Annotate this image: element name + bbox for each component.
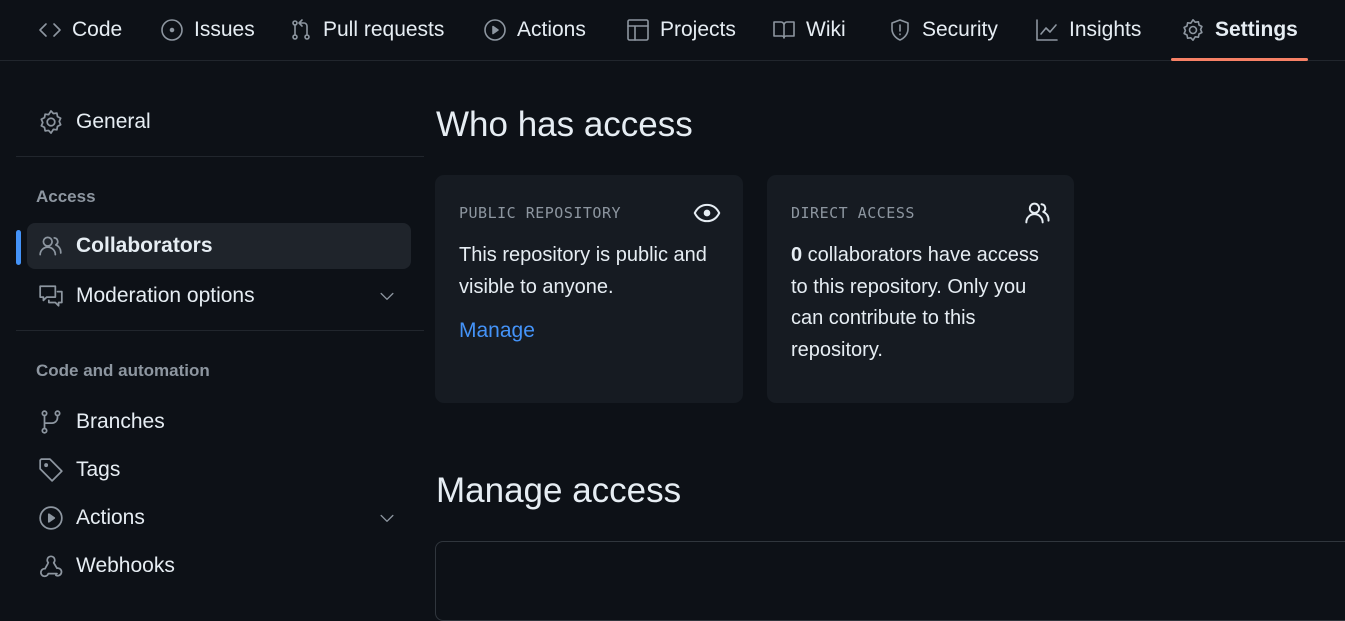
direct-access-card: DIRECT ACCESS 0 collaborators have acces… — [767, 175, 1074, 403]
tab-label: Projects — [660, 18, 736, 41]
chevron-down-icon[interactable] — [377, 508, 397, 528]
sidebar-item-collaborators[interactable]: Collaborators — [27, 223, 411, 269]
sidebar-item-label: Branches — [76, 410, 165, 433]
sidebar-item-moderation-options[interactable]: Moderation options — [27, 273, 411, 319]
tab-label: Settings — [1215, 18, 1298, 41]
sidebar-item-label: General — [76, 110, 151, 133]
gear-icon — [40, 110, 62, 134]
card-description: This repository is public and visible to… — [459, 244, 707, 298]
tab-actions[interactable]: Actions — [483, 0, 586, 60]
card-description: 0 collaborators have access to this repo… — [791, 240, 1056, 366]
eye-icon — [693, 203, 721, 223]
chevron-down-icon[interactable] — [377, 286, 397, 306]
sidebar-item-label: Webhooks — [76, 554, 175, 577]
selected-tab-indicator — [1171, 58, 1308, 61]
play-icon — [39, 506, 63, 530]
sidebar-item-label: Collaborators — [76, 234, 213, 257]
manage-access-heading: Manage access — [436, 471, 682, 510]
who-has-access-heading: Who has access — [436, 105, 693, 144]
section-label-access: Access — [36, 187, 96, 206]
tab-issues[interactable]: Issues — [160, 0, 255, 60]
play-icon — [484, 19, 506, 41]
direct-access-text: collaborators have access to this reposi… — [791, 244, 1039, 361]
sidebar-item-label: Tags — [76, 458, 121, 481]
tab-code[interactable]: Code — [38, 0, 122, 60]
issue-opened-icon — [161, 19, 183, 41]
section-label-code-and-automation: Code and automation — [36, 361, 210, 380]
tab-insights[interactable]: Insights — [1035, 0, 1141, 60]
sidebar-item-branches[interactable]: Branches — [27, 399, 411, 445]
tab-label: Security — [922, 18, 998, 41]
tab-label: Pull requests — [323, 18, 445, 41]
public-repository-card: PUBLIC REPOSITORY This repository is pub… — [435, 175, 743, 403]
tab-settings[interactable]: Settings — [1181, 0, 1298, 60]
sidebar-item-actions[interactable]: Actions — [27, 495, 411, 541]
active-indicator — [16, 230, 21, 265]
collaborator-count: 0 — [791, 244, 803, 266]
gear-icon — [1183, 19, 1203, 41]
card-label: PUBLIC REPOSITORY — [459, 204, 622, 222]
people-icon — [1025, 202, 1050, 224]
tab-label: Insights — [1069, 18, 1142, 41]
tab-pull-requests[interactable]: Pull requests — [289, 0, 444, 60]
tag-icon — [39, 458, 63, 482]
table-icon — [627, 19, 649, 41]
shield-icon — [891, 19, 909, 41]
graph-icon — [1036, 19, 1058, 41]
people-icon — [39, 236, 62, 256]
tab-wiki[interactable]: Wiki — [772, 0, 846, 60]
sidebar-item-label: Moderation options — [76, 284, 255, 307]
tab-label: Issues — [194, 18, 255, 41]
git-branch-icon — [41, 410, 61, 434]
tab-security[interactable]: Security — [888, 0, 998, 60]
sidebar-item-general[interactable]: General — [27, 99, 411, 145]
repo-nav: Code Issues Pull requests Actions Projec… — [0, 0, 1345, 61]
sidebar-item-webhooks[interactable]: Webhooks — [27, 543, 411, 589]
manage-access-box — [435, 541, 1345, 621]
book-icon — [773, 21, 795, 39]
git-pull-request-icon — [292, 19, 310, 40]
sidebar-divider — [16, 330, 424, 331]
sidebar-divider — [16, 156, 424, 157]
tab-label: Code — [72, 18, 123, 41]
tab-label: Actions — [517, 18, 586, 41]
code-icon — [39, 23, 61, 37]
tab-projects[interactable]: Projects — [626, 0, 736, 60]
webhook-icon — [40, 555, 63, 578]
comment-discussion-icon — [39, 285, 63, 307]
card-label: DIRECT ACCESS — [791, 204, 915, 222]
manage-visibility-link[interactable]: Manage — [459, 319, 535, 343]
sidebar-item-label: Actions — [76, 506, 145, 529]
sidebar-item-tags[interactable]: Tags — [27, 447, 411, 493]
tab-label: Wiki — [806, 18, 846, 41]
